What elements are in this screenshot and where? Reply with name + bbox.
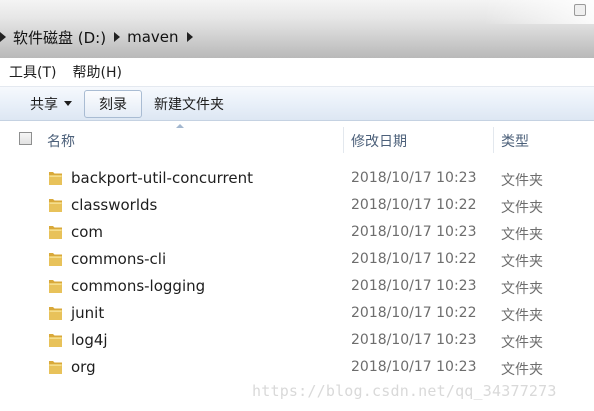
- folder-icon: [48, 331, 63, 348]
- file-name[interactable]: com: [71, 223, 103, 241]
- file-type: 文件夹: [501, 200, 543, 216]
- column-header: 名称 修改日期 类型: [0, 121, 594, 157]
- breadcrumb-item-maven[interactable]: maven: [127, 28, 178, 46]
- folder-icon: [48, 169, 63, 186]
- file-modified-date: 2018/10/17 10:23: [351, 278, 477, 294]
- folder-icon: [48, 277, 63, 294]
- folder-icon: [48, 304, 63, 321]
- table-row[interactable]: org 2018/10/17 10:23 文件夹: [0, 353, 594, 380]
- command-bar: 共享 刻录 新建文件夹: [0, 87, 594, 121]
- chevron-right-icon[interactable]: [186, 32, 193, 42]
- file-modified-date: 2018/10/17 10:23: [351, 224, 477, 240]
- burn-button[interactable]: 刻录: [84, 89, 142, 118]
- file-name[interactable]: commons-cli: [71, 250, 166, 268]
- file-modified-date: 2018/10/17 10:22: [351, 197, 477, 213]
- select-all-checkbox[interactable]: [19, 132, 32, 145]
- chevron-right-icon[interactable]: [0, 32, 6, 42]
- file-name[interactable]: commons-logging: [71, 277, 205, 295]
- menu-bar: 工具(T) 帮助(H): [0, 58, 594, 87]
- file-name[interactable]: classworlds: [71, 196, 157, 214]
- file-type: 文件夹: [501, 254, 543, 270]
- sort-up-icon: [176, 124, 184, 128]
- table-row[interactable]: backport-util-concurrent 2018/10/17 10:23…: [0, 164, 594, 191]
- share-button[interactable]: 共享: [22, 91, 80, 117]
- window-control-button[interactable]: [574, 4, 586, 16]
- table-row[interactable]: commons-cli 2018/10/17 10:22 文件夹: [0, 245, 594, 272]
- file-type: 文件夹: [501, 227, 543, 243]
- file-modified-date: 2018/10/17 10:23: [351, 170, 477, 186]
- file-type: 文件夹: [501, 308, 543, 324]
- file-modified-date: 2018/10/17 10:22: [351, 305, 477, 321]
- file-type: 文件夹: [501, 335, 543, 351]
- file-name[interactable]: org: [71, 358, 96, 376]
- caret-down-icon: [64, 101, 72, 106]
- file-name[interactable]: backport-util-concurrent: [71, 169, 253, 187]
- file-name[interactable]: log4j: [71, 331, 108, 349]
- new-folder-button[interactable]: 新建文件夹: [146, 91, 232, 117]
- file-modified-date: 2018/10/17 10:23: [351, 332, 477, 348]
- menu-help[interactable]: 帮助(H): [64, 62, 129, 82]
- address-bar: 软件磁盘 (D:) maven: [0, 0, 594, 58]
- column-header-name[interactable]: 名称: [47, 131, 75, 151]
- file-type: 文件夹: [501, 281, 543, 297]
- column-header-type[interactable]: 类型: [501, 131, 529, 151]
- file-list: backport-util-concurrent 2018/10/17 10:23…: [0, 164, 594, 380]
- folder-icon: [48, 250, 63, 267]
- column-divider[interactable]: [493, 127, 494, 153]
- folder-icon: [48, 196, 63, 213]
- chevron-right-icon[interactable]: [114, 32, 121, 42]
- table-row[interactable]: classworlds 2018/10/17 10:22 文件夹: [0, 191, 594, 218]
- breadcrumb: 软件磁盘 (D:) maven: [0, 27, 200, 47]
- folder-icon: [48, 358, 63, 375]
- burn-label: 刻录: [99, 96, 127, 113]
- folder-icon: [48, 223, 63, 240]
- menu-tools[interactable]: 工具(T): [0, 62, 64, 82]
- table-row[interactable]: commons-logging 2018/10/17 10:23 文件夹: [0, 272, 594, 299]
- file-type: 文件夹: [501, 173, 543, 189]
- file-modified-date: 2018/10/17 10:23: [351, 359, 477, 375]
- file-type: 文件夹: [501, 362, 543, 378]
- breadcrumb-item-drive[interactable]: 软件磁盘 (D:): [13, 27, 106, 48]
- file-modified-date: 2018/10/17 10:22: [351, 251, 477, 267]
- share-label: 共享: [30, 96, 58, 113]
- file-name[interactable]: junit: [71, 304, 104, 322]
- column-header-modified[interactable]: 修改日期: [351, 131, 407, 151]
- table-row[interactable]: junit 2018/10/17 10:22 文件夹: [0, 299, 594, 326]
- watermark: https://blog.csdn.net/qq_34377273: [252, 382, 557, 400]
- table-row[interactable]: com 2018/10/17 10:23 文件夹: [0, 218, 594, 245]
- new-folder-label: 新建文件夹: [154, 96, 224, 113]
- table-row[interactable]: log4j 2018/10/17 10:23 文件夹: [0, 326, 594, 353]
- column-divider[interactable]: [343, 127, 344, 153]
